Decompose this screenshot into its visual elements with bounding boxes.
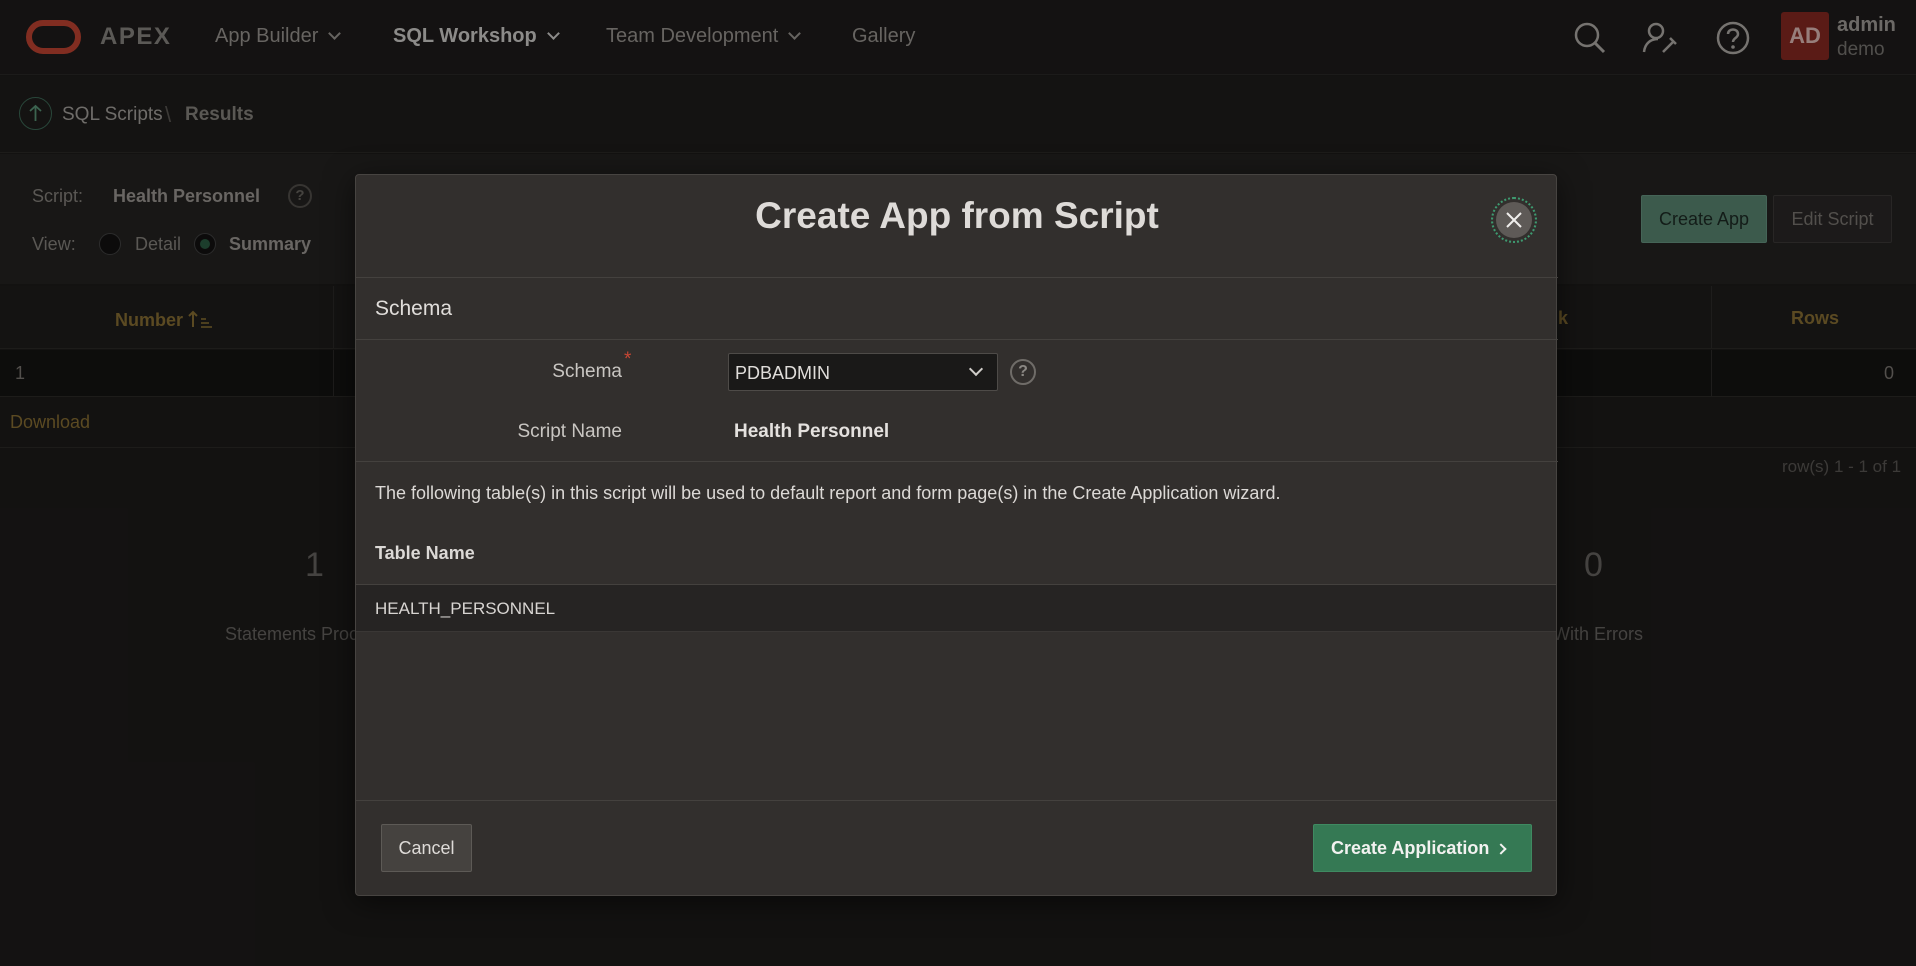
info-text: The following table(s) in this script wi… xyxy=(375,483,1281,503)
schema-region-title: Schema xyxy=(375,297,453,320)
script-name-label: Script Name xyxy=(517,421,622,442)
table-row: HEALTH_PERSONNEL xyxy=(356,584,1556,632)
chevron-down-icon xyxy=(968,361,984,377)
table-name-cell: HEALTH_PERSONNEL xyxy=(375,599,556,618)
required-indicator: * xyxy=(624,349,632,370)
divider xyxy=(356,461,1558,462)
cancel-button[interactable]: Cancel xyxy=(381,824,472,872)
table-name-header: Table Name xyxy=(375,543,475,563)
divider xyxy=(356,277,1558,278)
create-app-dialog: Create App from Script Schema * Schema P… xyxy=(355,174,1558,896)
chevron-right-icon xyxy=(1495,843,1508,855)
dialog-title: Create App from Script xyxy=(755,195,1159,236)
schema-select[interactable]: PDBADMIN xyxy=(728,353,998,391)
schema-help-icon[interactable]: ? xyxy=(1010,359,1036,385)
dialog-close-button[interactable] xyxy=(1491,197,1537,243)
create-application-label: Create Application xyxy=(1331,838,1490,858)
schema-field-label: Schema xyxy=(552,361,622,382)
close-icon xyxy=(1506,212,1522,228)
create-application-button[interactable]: Create Application xyxy=(1313,824,1532,872)
schema-select-value: PDBADMIN xyxy=(735,363,831,383)
script-name-value: Health Personnel xyxy=(734,421,890,442)
divider xyxy=(356,339,1558,340)
